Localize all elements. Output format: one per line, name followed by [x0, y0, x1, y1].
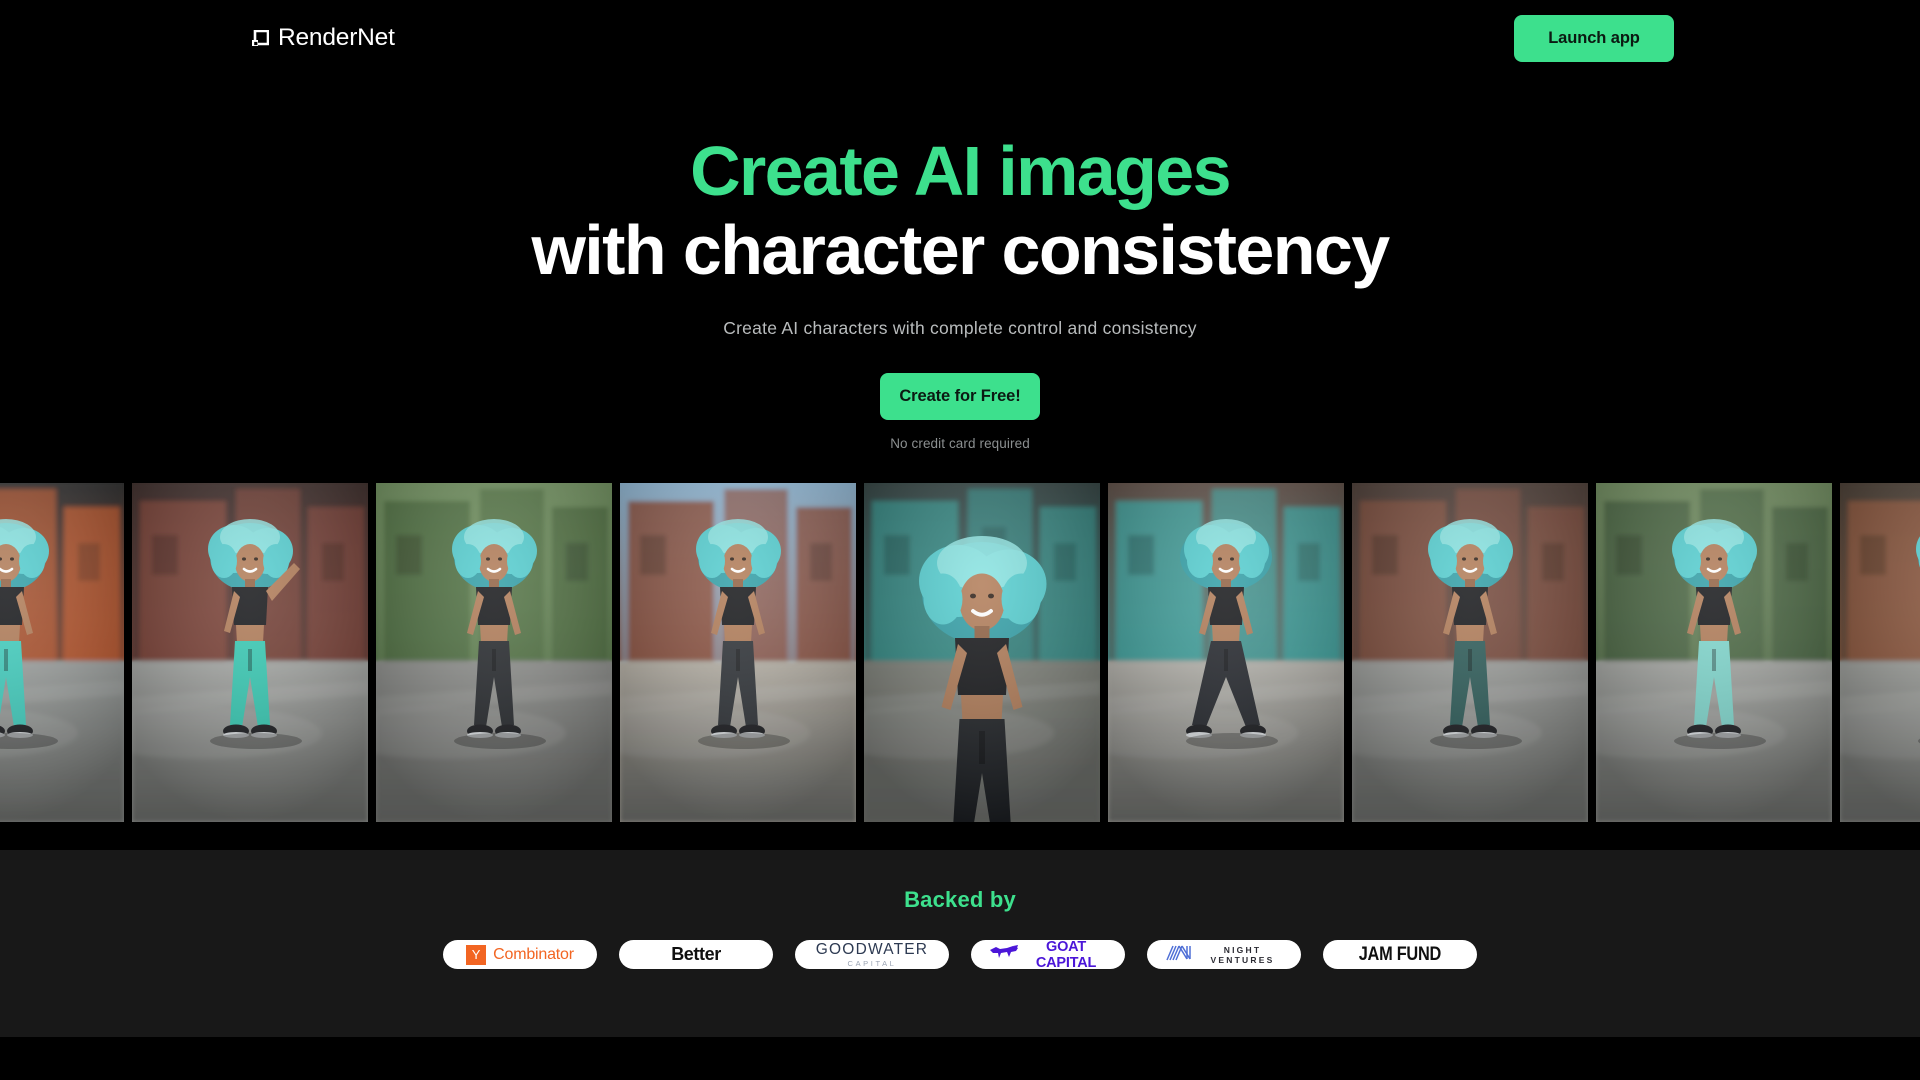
title-line-2: with character consistency: [531, 211, 1390, 290]
goodwater-sublabel: CAPITAL: [847, 958, 897, 968]
create-for-free-button[interactable]: Create for Free!: [880, 373, 1040, 421]
goodwater-label: GOODWATER: [815, 941, 929, 958]
landing-page: RenderNet Launch app Create AI images wi…: [0, 0, 1920, 1080]
site-header: RenderNet Launch app: [0, 0, 1920, 76]
investor-logo-jam-fund[interactable]: JAM FUND: [1323, 940, 1477, 969]
y-combinator-mark-icon: Y: [466, 944, 487, 965]
carousel-slide[interactable]: [1108, 483, 1344, 822]
title-line-1: Create AI images: [690, 132, 1231, 210]
carousel-slide[interactable]: [1596, 483, 1832, 822]
hero-subtitle: Create AI characters with complete contr…: [723, 318, 1197, 339]
launch-app-button[interactable]: Launch app: [1514, 14, 1674, 62]
goat-silhouette-icon: [989, 944, 1019, 965]
backed-by-section: Backed by Y Combinator Better GOODWATER …: [0, 850, 1920, 1037]
goat-capital-label: GOAT CAPITAL: [1035, 938, 1097, 971]
investor-logo-goat-capital[interactable]: GOAT CAPITAL: [971, 938, 1125, 971]
night-ventures-mark-icon: [1165, 944, 1193, 966]
page-footer-spacer: [0, 1037, 1920, 1080]
carousel-slide[interactable]: [132, 483, 368, 822]
carousel-slide[interactable]: [0, 483, 124, 822]
hero-section: Create AI images with character consiste…: [0, 76, 1920, 483]
investor-logo-goodwater-capital[interactable]: GOODWATER CAPITAL: [795, 940, 949, 969]
y-combinator-label: Combinator: [493, 945, 574, 963]
backed-by-title: Backed by: [904, 887, 1016, 912]
investor-logo-row: Y Combinator Better GOODWATER CAPITAL GO…: [0, 938, 1920, 971]
rendernet-mark-icon: [252, 29, 270, 47]
investor-logo-night-ventures[interactable]: NIGHT VENTURES: [1147, 940, 1301, 969]
carousel-slide[interactable]: [620, 483, 856, 822]
investor-logo-y-combinator[interactable]: Y Combinator: [443, 940, 597, 969]
investor-logo-better[interactable]: Better: [619, 940, 773, 969]
better-label: Better: [671, 944, 721, 964]
page-title: Create AI images with character consiste…: [0, 132, 1920, 290]
carousel-slide[interactable]: [1840, 483, 1920, 822]
ai-character-image-carousel[interactable]: [0, 483, 1920, 822]
carousel-slide[interactable]: [1352, 483, 1588, 822]
carousel-slide[interactable]: [376, 483, 612, 822]
carousel-track[interactable]: [0, 483, 1920, 822]
brand-logo[interactable]: RenderNet: [252, 23, 395, 51]
night-ventures-label: NIGHT VENTURES: [1210, 944, 1275, 965]
carousel-slide[interactable]: [864, 483, 1100, 822]
brand-name: RenderNet: [278, 23, 395, 51]
jam-fund-label: JAM FUND: [1358, 943, 1442, 965]
no-credit-card-note: No credit card required: [890, 436, 1030, 452]
